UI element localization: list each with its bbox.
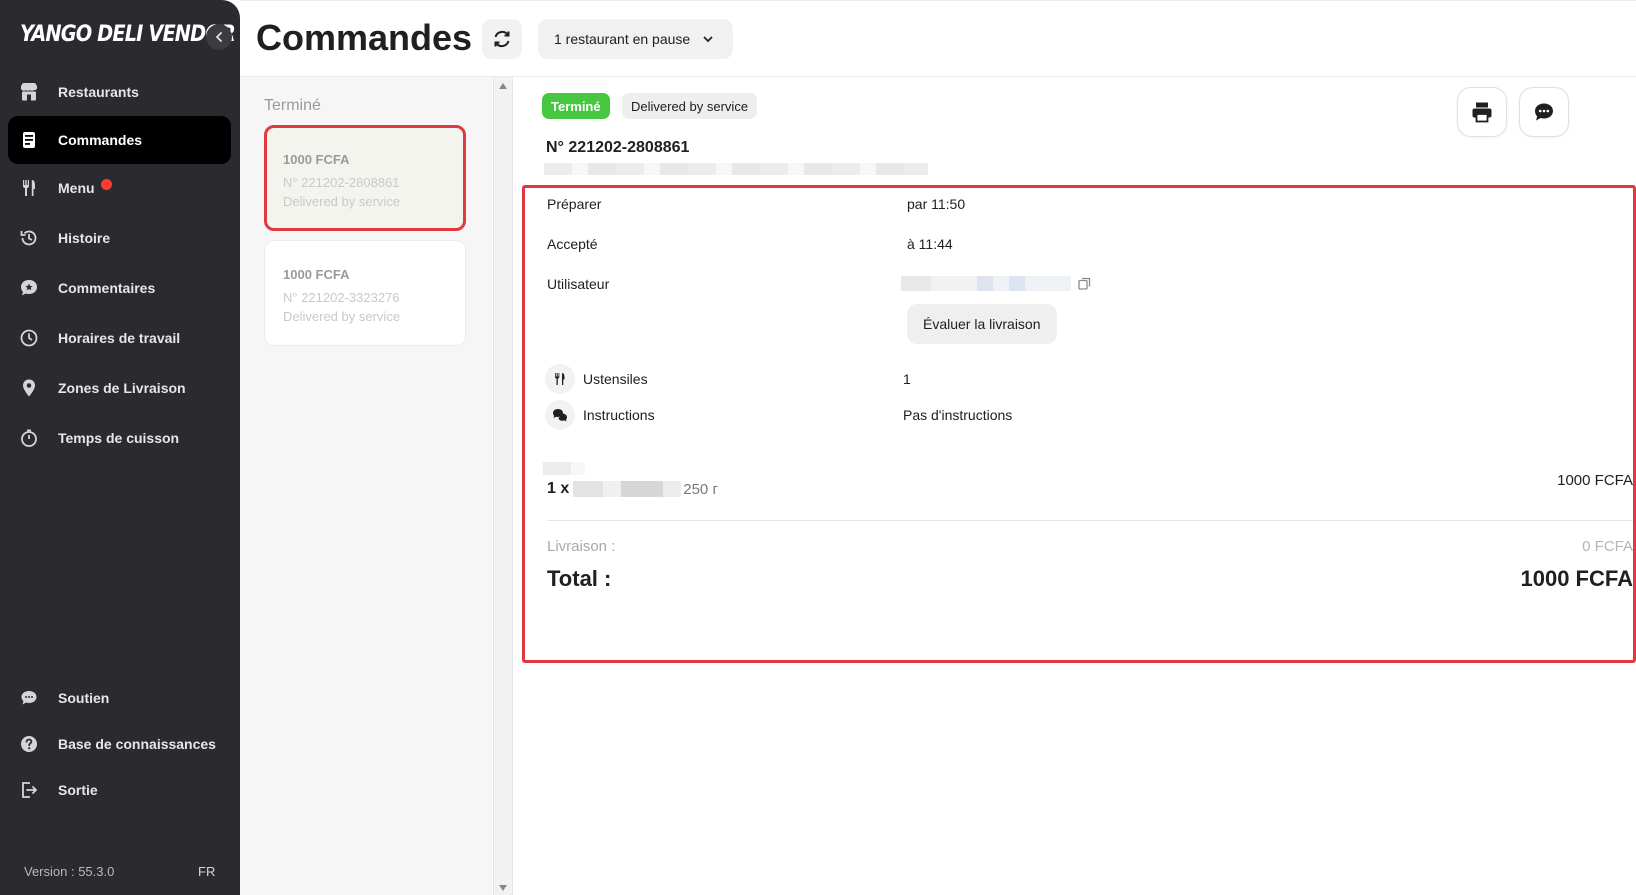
scroll-up-arrow-icon[interactable] — [499, 83, 507, 89]
chevron-down-icon — [703, 36, 713, 43]
prepare-value: par 11:50 — [907, 196, 966, 212]
store-icon — [18, 81, 40, 103]
orders-list: Terminé 1000 FCFA N° 221202-2808861 Deli… — [240, 77, 492, 895]
print-button[interactable] — [1457, 87, 1507, 137]
sidebar-item-label: Horaires de travail — [58, 330, 181, 346]
scroll-down-arrow-icon[interactable] — [499, 885, 507, 891]
printer-icon — [1472, 102, 1492, 123]
delivery-fee-label: Livraison : — [547, 538, 616, 555]
notification-dot — [100, 178, 112, 190]
star-comment-icon — [18, 277, 40, 299]
sidebar-item-label: Soutien — [58, 690, 110, 706]
sidebar-item-commandes[interactable]: Commandes — [8, 116, 231, 164]
page-header: Commandes 1 restaurant en pause — [240, 0, 1636, 77]
order-card-price: 1000 FCFA — [283, 267, 350, 282]
order-card[interactable]: 1000 FCFA N° 221202-3323276 Delivered by… — [264, 240, 466, 346]
instructions-label: Instructions — [583, 407, 655, 423]
order-detail-panel: Terminé Delivered by service N° 221202-2… — [514, 77, 1636, 895]
sidebar-item-restaurants[interactable]: Restaurants — [8, 68, 231, 116]
instructions-value: Pas d'instructions — [903, 407, 1013, 423]
sidebar-item-label: Base de connaissances — [58, 736, 216, 752]
redacted-user — [901, 276, 1071, 291]
chat-icon — [1535, 103, 1553, 121]
orders-list-scrollbar[interactable] — [493, 77, 513, 895]
clock-icon — [18, 327, 40, 349]
instructions-icon — [553, 409, 567, 422]
chevron-left-icon — [215, 32, 222, 42]
help-icon — [18, 733, 40, 755]
language-switcher[interactable]: FR — [198, 864, 215, 879]
sidebar-item-label: Zones de Livraison — [58, 380, 186, 396]
utensils-value: 1 — [903, 371, 911, 387]
order-card-status: Delivered by service — [283, 194, 401, 209]
redacted-item-category — [543, 462, 585, 475]
sidebar-item-label: Histoire — [58, 230, 111, 246]
order-card-price: 1000 FCFA — [283, 152, 350, 167]
copy-icon[interactable] — [1077, 276, 1092, 291]
sidebar-item-temps-cuisson[interactable]: Temps de cuisson — [8, 414, 231, 462]
divider — [547, 520, 1633, 521]
redacted-address — [544, 163, 928, 175]
delivery-fee-value: 0 FCFA — [1582, 538, 1633, 555]
sidebar-item-zones[interactable]: Zones de Livraison — [8, 364, 231, 412]
order-card-number: N° 221202-2808861 — [283, 175, 400, 190]
utensils-label: Ustensiles — [583, 371, 648, 387]
app-logo[interactable]: YANGO DELI VENDOR — [20, 22, 236, 47]
refresh-button[interactable] — [482, 19, 522, 59]
accepted-value: à 11:44 — [907, 236, 953, 252]
fork-knife-icon — [18, 177, 40, 199]
sidebar-item-label: Temps de cuisson — [58, 430, 180, 446]
delivery-type-badge: Delivered by service — [622, 93, 758, 119]
status-badge: Terminé — [542, 93, 610, 119]
chat-icon — [18, 687, 40, 709]
sidebar-item-base-connaissances[interactable]: Base de connaissances — [8, 720, 231, 768]
sidebar-item-sortie[interactable]: Sortie — [8, 766, 231, 814]
order-number: N° 221202-2808861 — [546, 139, 690, 156]
logout-icon — [18, 779, 40, 801]
item-unit-price: 250 г — [683, 480, 718, 498]
refresh-icon — [494, 31, 510, 47]
sidebar-item-label: Commandes — [58, 132, 143, 148]
stopwatch-icon — [18, 427, 40, 449]
accepted-label: Accepté — [547, 236, 598, 252]
sidebar-item-label: Restaurants — [58, 84, 139, 100]
order-card[interactable]: 1000 FCFA N° 221202-2808861 Delivered by… — [264, 125, 466, 231]
total-label: Total : — [547, 566, 612, 591]
instructions-icon-wrap — [545, 400, 575, 430]
sidebar-item-soutien[interactable]: Soutien — [8, 674, 231, 722]
sidebar-item-label: Sortie — [58, 782, 98, 798]
prepare-label: Préparer — [547, 196, 602, 212]
order-info-box: Préparer par 11:50 Accepté à 11:44 Utili… — [522, 185, 1636, 663]
collapse-sidebar-button[interactable] — [206, 24, 232, 50]
orders-icon — [18, 129, 40, 151]
location-pin-icon — [18, 377, 40, 399]
order-card-number: N° 221202-3323276 — [283, 290, 400, 305]
sidebar-item-histoire[interactable]: Histoire — [8, 214, 231, 262]
sidebar-item-label: Commentaires — [58, 280, 156, 296]
redacted-item-name — [573, 481, 682, 497]
order-item-line: 1 x 250 г — [547, 480, 718, 498]
utensils-icon-wrap — [545, 364, 575, 394]
page-title: Commandes — [256, 17, 473, 58]
order-card-status: Delivered by service — [283, 309, 401, 324]
sidebar-item-label: Menu — [58, 180, 95, 196]
sidebar-item-horaires[interactable]: Horaires de travail — [8, 314, 231, 362]
item-total: 1000 FCFA — [1557, 472, 1633, 489]
sidebar-item-commentaires[interactable]: Commentaires — [8, 264, 231, 312]
item-quantity: 1 x — [547, 480, 570, 497]
user-label: Utilisateur — [547, 276, 610, 292]
sidebar: YANGO DELI VENDOR Restaurants Commandes … — [0, 0, 240, 895]
pause-select-label: 1 restaurant en pause — [554, 31, 691, 47]
history-icon — [18, 227, 40, 249]
restaurant-pause-select[interactable]: 1 restaurant en pause — [538, 19, 733, 59]
utensils-icon — [555, 373, 565, 385]
orders-list-heading: Terminé — [264, 97, 321, 114]
rate-delivery-button[interactable]: Évaluer la livraison — [907, 304, 1057, 344]
version-text: Version : 55.3.0 — [24, 864, 115, 879]
app-root: YANGO DELI VENDOR Restaurants Commandes … — [0, 0, 1636, 895]
sidebar-item-menu[interactable]: Menu — [8, 164, 231, 212]
chat-button[interactable] — [1519, 87, 1569, 137]
total-value: 1000 FCFA — [1520, 566, 1634, 591]
